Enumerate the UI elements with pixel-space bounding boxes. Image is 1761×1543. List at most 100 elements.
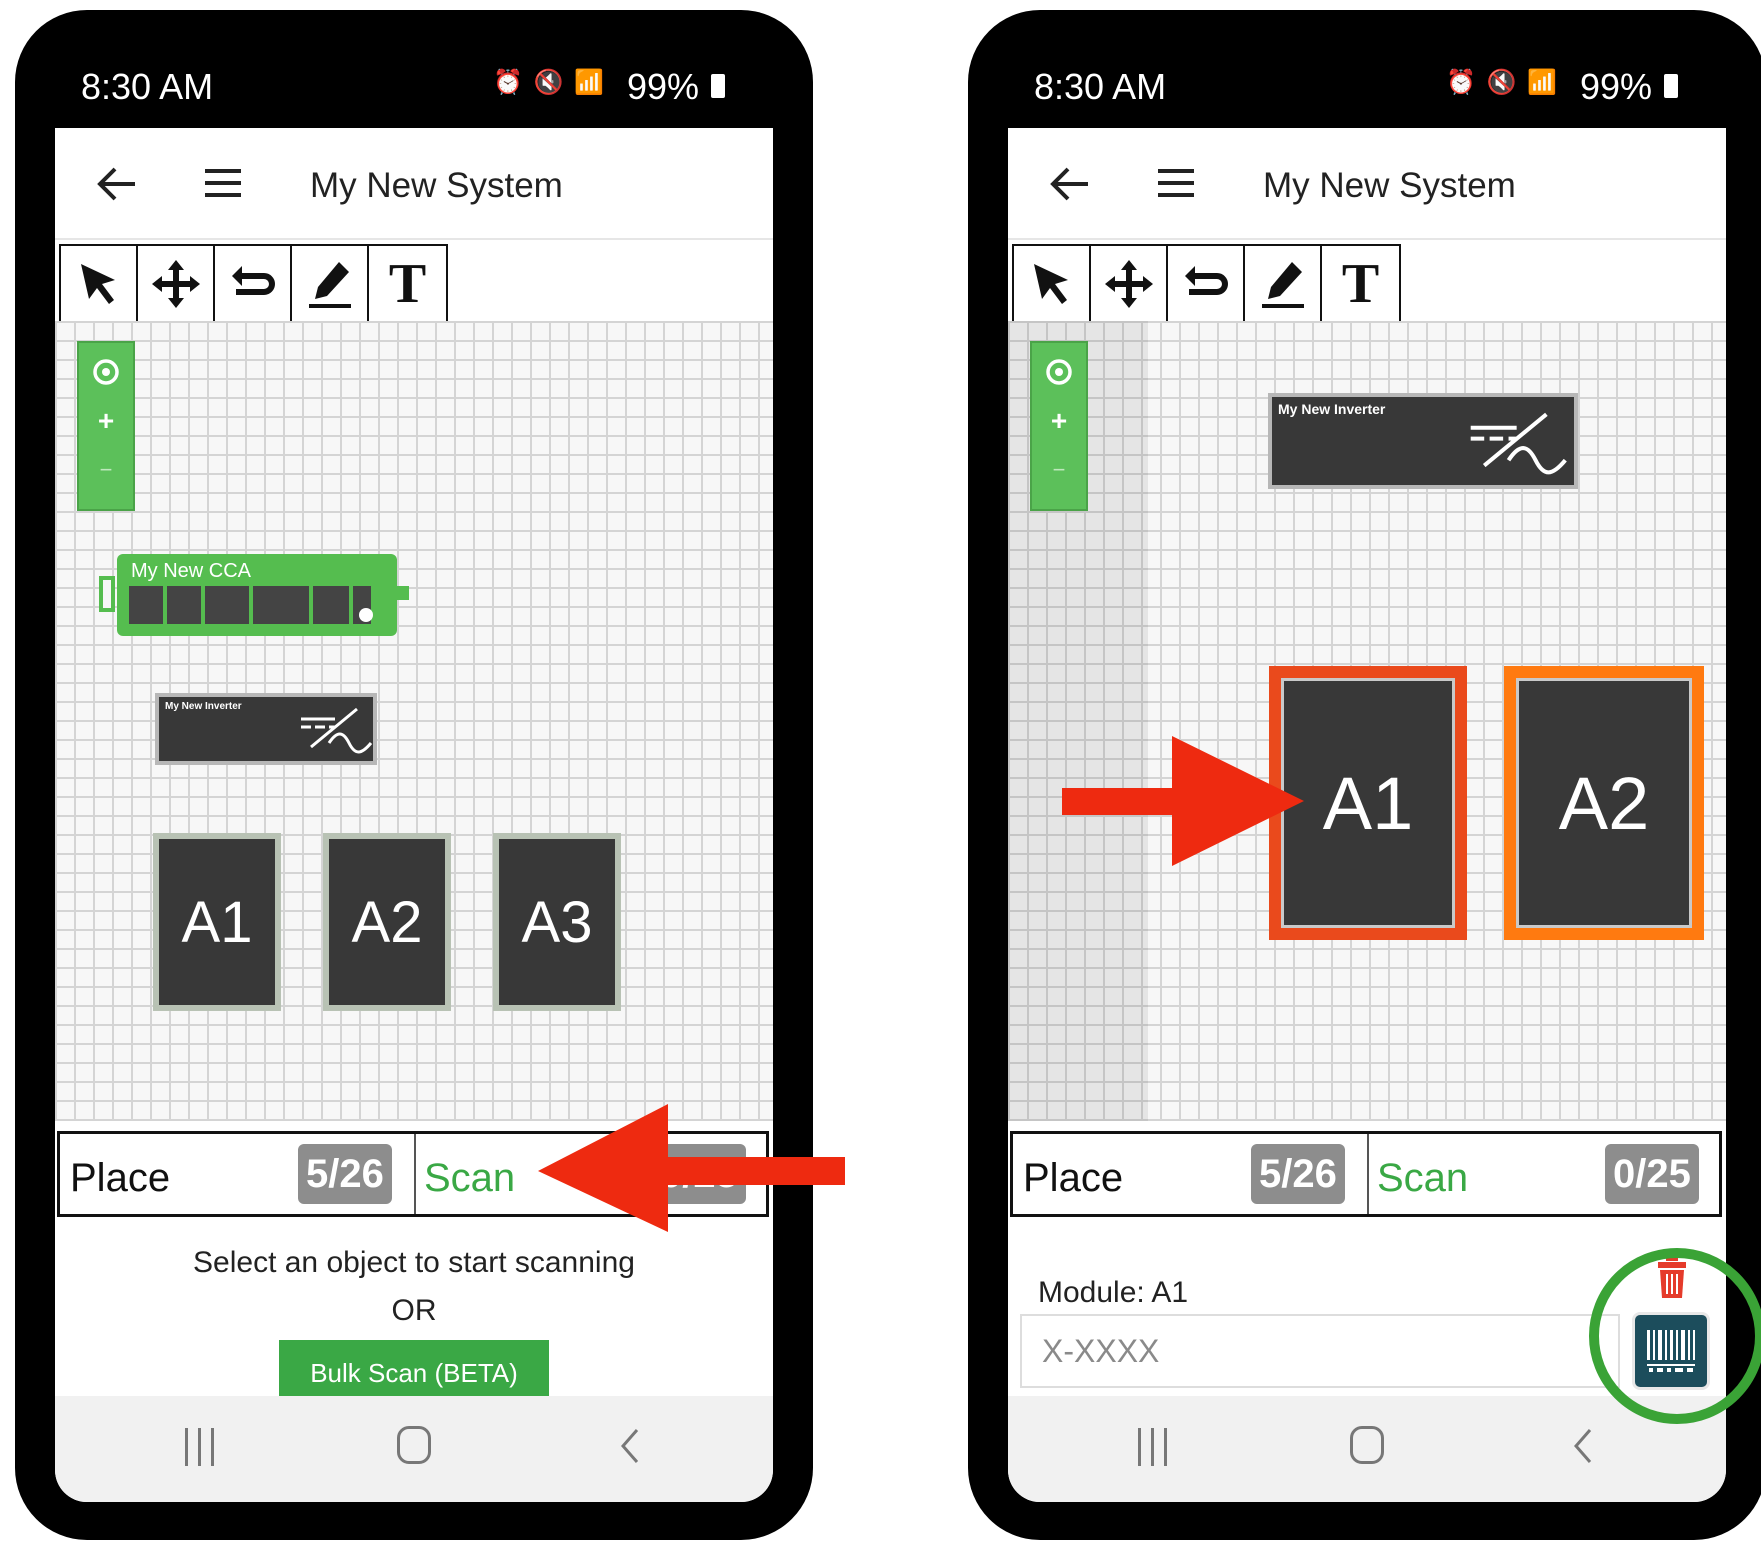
tab-scan-label: Scan [1377,1156,1469,1200]
tab-divider [1367,1134,1369,1214]
battery-percent: 99% [627,66,700,107]
app-bar: My New System [55,128,773,240]
zoom-controls: + − [1030,341,1088,511]
text-tool-icon: T [388,253,427,315]
module-a1[interactable]: A1 [153,833,281,1011]
undo-tool-button[interactable] [215,246,292,322]
select-tool-button[interactable] [1014,246,1091,322]
status-icons: ⏰ 🔇 📶 [1446,69,1559,96]
barcode-scan-button[interactable] [1632,1312,1710,1390]
inverter-label: My New Inverter [1278,401,1386,417]
cca-cell [313,586,349,624]
trash-icon[interactable] [1656,1256,1688,1300]
zoom-in-button[interactable]: + [79,405,133,437]
status-time: 8:30 AM [81,66,214,107]
tab-place-label: Place [70,1156,171,1200]
drawing-toolbar: T [1012,244,1401,324]
module-a1-selected[interactable]: A1 [1269,666,1467,940]
status-icons: ⏰ 🔇 📶 [493,69,606,96]
move-tool-button[interactable] [138,246,215,322]
cca-device[interactable]: My New CCA [99,554,409,636]
tab-scan-label: Scan [424,1156,516,1200]
system-nav-bar [1008,1396,1726,1502]
pencil-icon [1261,262,1304,308]
hamburger-menu-icon[interactable] [1156,166,1196,200]
module-label: A1 [181,889,253,955]
app-screen: My New System T + − [1008,128,1726,1502]
text-tool-button[interactable]: T [1322,246,1399,322]
draw-tool-button[interactable] [1245,246,1322,322]
inverter-device[interactable]: My New Inverter [1268,393,1578,489]
cca-cell [253,586,309,624]
text-tool-button[interactable]: T [369,246,446,322]
select-tool-button[interactable] [61,246,138,322]
pencil-icon [308,262,351,308]
inverter-device[interactable]: My New Inverter [155,693,377,765]
zoom-out-button[interactable]: − [1032,457,1086,483]
tab-divider [414,1134,416,1214]
battery-percent: 99% [1580,66,1653,107]
status-bar: 8:30 AM ⏰ 🔇 📶 99% [968,10,1761,125]
app-bar: My New System [1008,128,1726,240]
phone-frame-right: 8:30 AM ⏰ 🔇 📶 99% My New System T + − My… [968,10,1761,1540]
undo-icon [1184,266,1228,295]
module-a3[interactable]: A3 [493,833,621,1011]
back-arrow-icon[interactable] [95,164,139,204]
page-title: My New System [1263,166,1516,205]
draw-tool-button[interactable] [292,246,369,322]
place-scan-tabs: Place 5/26 Scan 0/25 [1010,1131,1722,1217]
module-a2-highlighted[interactable]: A2 [1504,666,1704,940]
undo-icon [231,266,275,295]
move-tool-button[interactable] [1091,246,1168,322]
inverter-label: My New Inverter [165,701,242,712]
cca-status-dot [359,608,373,622]
design-canvas[interactable]: + − My New Inverter A1 A2 [1008,321,1726,1121]
home-icon[interactable] [1350,1426,1384,1464]
hamburger-menu-icon[interactable] [203,166,243,200]
selected-module-label: Module: A1 [1038,1276,1189,1309]
place-count-badge: 5/26 [1251,1144,1345,1204]
select-arrow-icon [1033,264,1068,304]
inverter-symbol-icon [301,707,373,754]
module-a2[interactable]: A2 [323,833,451,1011]
battery-icon [1664,74,1678,98]
or-separator: OR [391,1294,437,1327]
move-icon [1104,260,1153,308]
undo-tool-button[interactable] [1168,246,1245,322]
move-icon [151,260,200,308]
zoom-in-button[interactable]: + [1032,405,1086,437]
system-back-icon[interactable] [1568,1426,1598,1466]
recenter-icon[interactable] [79,355,133,389]
tab-place-label: Place [1023,1156,1124,1200]
design-canvas[interactable]: + − My New CCA My New Inverter A1 A2 A3 [55,321,773,1121]
recent-apps-icon[interactable] [1136,1428,1170,1466]
battery-icon [711,74,725,98]
select-arrow-icon [80,264,115,304]
module-label: A3 [521,889,593,955]
inverter-symbol-icon [1470,412,1567,475]
module-label: A1 [1322,761,1414,845]
place-scan-tabs: Place 5/26 Scan 0/25 [57,1131,769,1217]
cca-cell [167,586,201,624]
recent-apps-icon[interactable] [183,1428,217,1466]
back-arrow-icon[interactable] [1048,164,1092,204]
recenter-icon[interactable] [1032,355,1086,389]
system-nav-bar [55,1396,773,1502]
serial-number-input[interactable] [1020,1314,1620,1388]
scan-count-badge: 0/25 [1605,1144,1699,1204]
barcode-icon [1647,1330,1695,1372]
cca-cell [129,586,163,624]
page-title: My New System [310,166,563,205]
system-back-icon[interactable] [615,1426,645,1466]
place-count-badge: 5/26 [298,1144,392,1204]
home-icon[interactable] [397,1426,431,1464]
status-time: 8:30 AM [1034,66,1167,107]
cca-cell [205,586,249,624]
module-label: A2 [351,889,423,955]
cca-label: My New CCA [131,560,252,582]
scan-hint-text: Select an object to start scanning [193,1246,635,1279]
cca-connector [99,576,115,612]
zoom-controls: + − [77,341,135,511]
scan-count-badge: 0/25 [652,1144,746,1204]
zoom-out-button[interactable]: − [79,457,133,483]
